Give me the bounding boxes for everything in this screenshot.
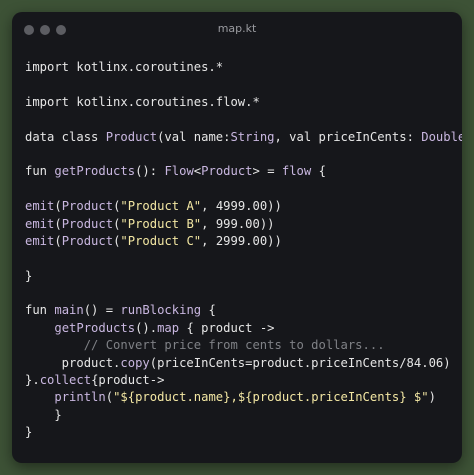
- code-token: Flow: [164, 164, 194, 179]
- code-token: , val priceInCents:: [274, 129, 422, 144]
- code-token: import kotlinx.coroutines.flow.*: [25, 94, 260, 109]
- code-token: emit: [25, 216, 55, 231]
- code-token: String: [230, 129, 275, 144]
- title-bar: map.kt: [12, 12, 462, 48]
- code-token: (: [105, 390, 114, 405]
- code-token: copy: [120, 355, 150, 370]
- code-token: }.: [25, 373, 40, 388]
- code-line: import kotlinx.coroutines.flow.*: [25, 94, 462, 111]
- code-line: fun getProducts(): Flow<Product> = flow …: [25, 163, 462, 180]
- code-line: // Convert price from cents to dollars..…: [25, 337, 462, 354]
- code-token: product.: [25, 355, 121, 370]
- code-token: "Product C": [120, 233, 202, 248]
- code-token: getProducts: [54, 164, 136, 179]
- code-token: Double: [421, 129, 462, 144]
- code-token: fun: [25, 164, 55, 179]
- code-window: map.kt import kotlinx.coroutines.* import…: [12, 12, 462, 463]
- code-token: ():: [135, 164, 165, 179]
- code-token: emit: [25, 233, 55, 248]
- code-line: fun main() = runBlocking {: [25, 302, 462, 319]
- code-token: }: [25, 407, 62, 422]
- code-token: }: [25, 425, 33, 440]
- code-token: (val name:: [157, 129, 231, 144]
- code-token: {: [311, 164, 326, 179]
- code-token: "Product B": [120, 216, 202, 231]
- code-token: Product: [105, 129, 158, 144]
- code-token: (: [54, 199, 62, 214]
- code-line: }: [25, 407, 462, 424]
- code-token: emit: [25, 199, 55, 214]
- code-line: product.copy(priceInCents=product.priceI…: [25, 355, 462, 372]
- code-token: , 999.00)): [201, 216, 275, 231]
- code-token: { product ->: [179, 320, 275, 335]
- code-line: emit(Product("Product C", 2999.00)): [25, 233, 462, 250]
- code-line: emit(Product("Product B", 999.00)): [25, 216, 462, 233]
- code-line: getProducts().map { product ->: [25, 320, 462, 337]
- code-token: "${product.name},${product.priceInCents}…: [113, 390, 429, 405]
- window-title: map.kt: [217, 22, 257, 35]
- code-line: }: [25, 424, 462, 441]
- code-token: }: [25, 268, 33, 283]
- code-token: Product: [61, 233, 114, 248]
- code-token: runBlocking: [120, 303, 202, 318]
- code-token: "Product A": [120, 199, 202, 214]
- code-token: () =: [83, 303, 121, 318]
- code-token: map: [157, 320, 180, 335]
- code-line: import kotlinx.coroutines.*: [25, 59, 462, 76]
- code-token: ().: [135, 320, 158, 335]
- code-line: data class Product(val name:String, val …: [25, 129, 462, 146]
- code-token: , 4999.00)): [201, 199, 282, 214]
- code-token: {: [201, 303, 216, 318]
- code-token: (: [54, 233, 62, 248]
- code-line: }.collect{product->: [25, 372, 462, 389]
- code-token: , 2999.00)): [201, 233, 282, 248]
- code-token: ): [428, 390, 436, 405]
- code-token: Product: [201, 164, 253, 179]
- code-token: println: [54, 390, 106, 405]
- code-token: {product->: [91, 373, 165, 388]
- code-token: Product: [61, 216, 114, 231]
- code-token: Product: [61, 199, 114, 214]
- code-token: (priceInCents=product.priceInCents/84.06…: [149, 355, 451, 370]
- code-token: fun: [25, 303, 55, 318]
- code-token: data class: [25, 129, 106, 144]
- code-token: > =: [252, 164, 282, 179]
- code-line: emit(Product("Product A", 4999.00)): [25, 198, 462, 215]
- code-line: }: [25, 268, 462, 285]
- code-token: import kotlinx.coroutines.*: [25, 60, 224, 74]
- code-block: import kotlinx.coroutines.* import kotlin…: [25, 59, 462, 442]
- code-token: getProducts: [54, 320, 136, 335]
- code-line: println("${product.name},${product.price…: [25, 389, 462, 406]
- code-token: collect: [39, 373, 92, 388]
- code-token: (: [54, 216, 62, 231]
- code-token: flow: [281, 164, 312, 179]
- code-token: // Convert price from cents to dollars..…: [25, 338, 385, 353]
- code-token: main: [54, 303, 84, 318]
